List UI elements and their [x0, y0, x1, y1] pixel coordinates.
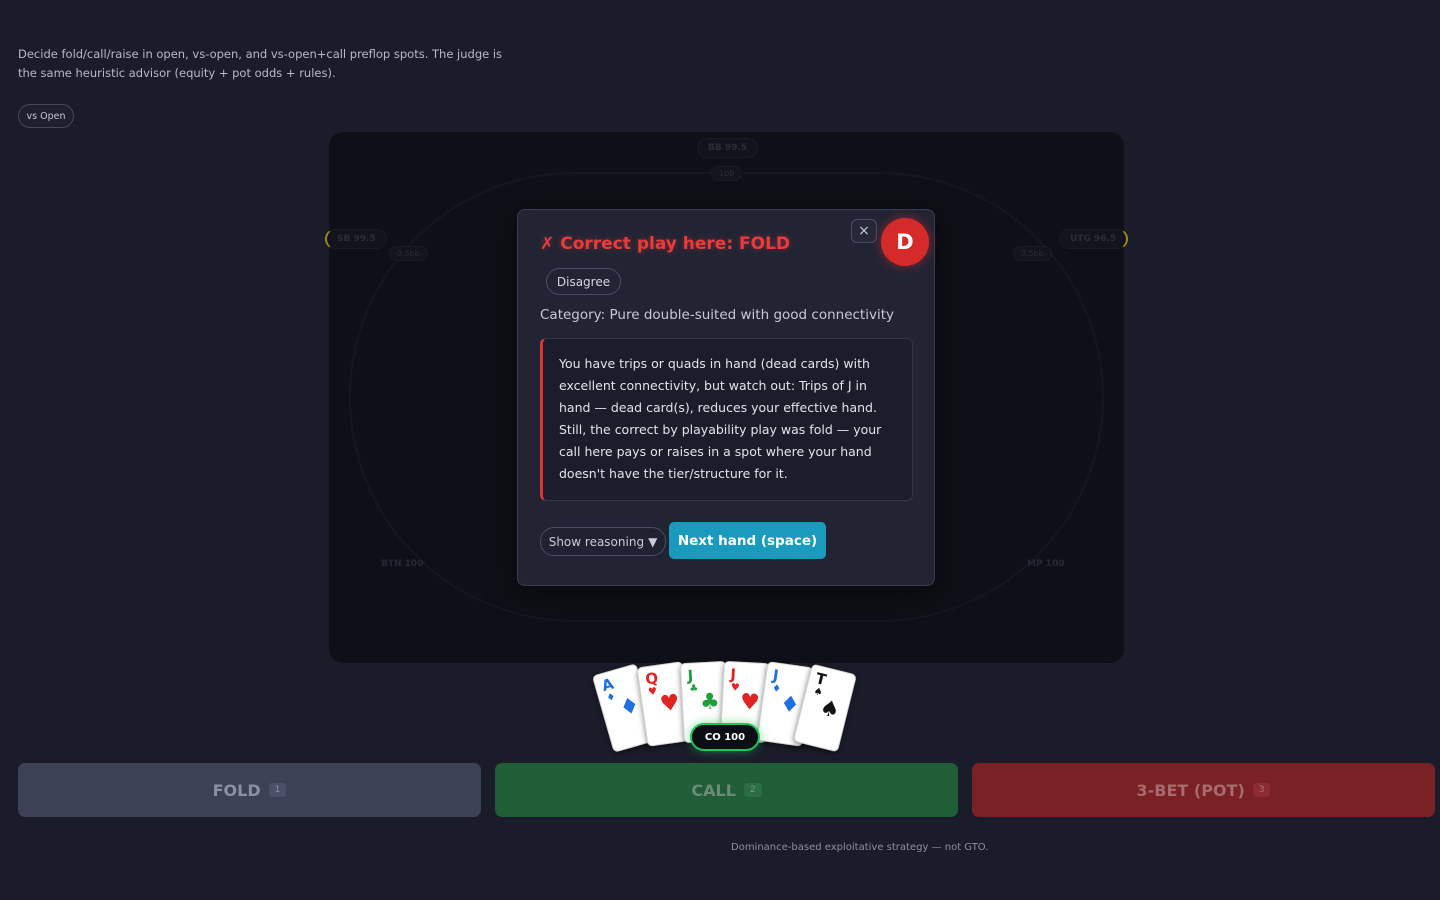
seat-mp: MP 100: [1027, 559, 1065, 569]
fold-button[interactable]: FOLD 1: [18, 763, 481, 817]
hero-position-tag: CO 100: [690, 723, 760, 751]
hand-category: Category: Pure double-suited with good c…: [540, 307, 894, 323]
seat-utg: UTG 96.5: [1059, 229, 1129, 249]
fold-hotkey: 1: [268, 783, 287, 797]
seat-bb: BB 99.5: [697, 138, 759, 158]
call-button[interactable]: CALL 2: [495, 763, 958, 817]
feedback-modal: ✗ Correct play here: FOLD × D Disagree C…: [517, 209, 935, 586]
caret-down-icon: ▼: [648, 534, 658, 549]
disagree-button[interactable]: Disagree: [546, 268, 621, 295]
raise-hotkey: 3: [1252, 783, 1271, 797]
bet-chip-utg: 3.5bb: [1013, 246, 1052, 261]
intro-description: Decide fold/call/raise in open, vs-open,…: [18, 47, 503, 80]
call-hotkey: 2: [743, 783, 762, 797]
show-reasoning-button[interactable]: Show reasoning ▼: [540, 527, 666, 556]
modal-title-text: Correct play here: FOLD: [560, 234, 791, 254]
close-button[interactable]: ×: [851, 219, 877, 243]
show-reasoning-label: Show reasoning: [548, 534, 645, 549]
explanation-box: You have trips or quads in hand (dead ca…: [540, 338, 913, 501]
seat-btn: BTN 100: [381, 559, 424, 569]
bet-chip-sb: 0.5bb: [389, 246, 428, 261]
mode-filter-pill[interactable]: vs Open: [18, 104, 74, 128]
bet-chip-bb: 1bb: [711, 166, 743, 181]
x-mark-icon: ✗: [540, 234, 555, 254]
footer-disclaimer: Dominance-based exploitative strategy — …: [731, 842, 989, 853]
raise-button[interactable]: 3-BET (POT) 3: [972, 763, 1435, 817]
next-hand-button[interactable]: Next hand (space): [669, 522, 826, 559]
grade-badge: D: [881, 218, 929, 266]
call-label: CALL: [691, 780, 736, 800]
seat-sb: SB 99.5: [325, 229, 387, 249]
fold-label: FOLD: [212, 780, 261, 800]
modal-title: ✗ Correct play here: FOLD: [540, 234, 790, 254]
raise-label: 3-BET (POT): [1136, 780, 1245, 800]
